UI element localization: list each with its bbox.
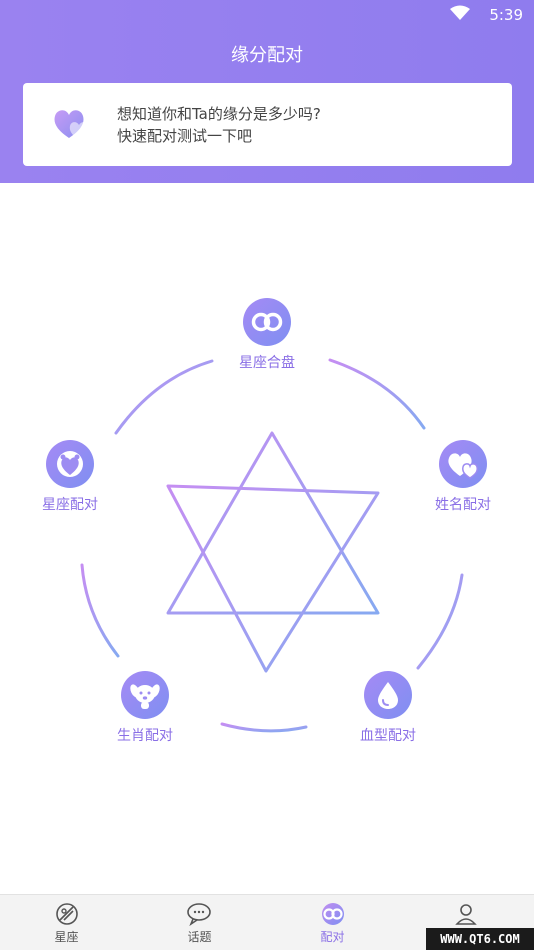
tab-match[interactable]: 配对 xyxy=(266,895,399,950)
node-name-match[interactable]: 姓名配对 xyxy=(403,440,523,514)
star-triangle-up xyxy=(166,431,380,615)
intro-card: 想知道你和Ta的缘分是多少吗? 快速配对测试一下吧 xyxy=(23,83,512,166)
page-title: 缘分配对 xyxy=(231,45,303,66)
hexagram-diagram xyxy=(80,358,464,733)
node-constellation-match[interactable]: 星座配对 xyxy=(10,440,130,514)
bottom-tab-bar: 星座 话题 配对 WWW.QT6.COM xyxy=(0,894,534,950)
ring-arc xyxy=(416,573,464,670)
tab-constellation[interactable]: 星座 xyxy=(0,895,133,950)
node-label: 姓名配对 xyxy=(435,497,491,513)
watermark: WWW.QT6.COM xyxy=(426,928,534,950)
node-blood-match[interactable]: 血型配对 xyxy=(328,671,448,745)
co-rings-icon xyxy=(321,903,344,925)
wifi-icon xyxy=(450,5,470,20)
hearts-icon xyxy=(448,453,478,479)
header: 5:39 缘分配对 想知道你和Ta的缘分是多少吗? 快速配对测试一下吧 xyxy=(0,0,534,183)
match-area: 星座合盘 姓名配对 血型配对 生肖配对 星座配对 xyxy=(0,183,534,894)
dog-icon xyxy=(130,684,160,709)
ring-arc xyxy=(114,359,214,435)
ring-arc xyxy=(80,563,120,658)
star-triangle-down xyxy=(166,484,380,673)
status-bar: 5:39 xyxy=(0,0,534,30)
node-label: 星座合盘 xyxy=(239,355,295,371)
tab-label: 话题 xyxy=(187,930,212,944)
node-zodiac-animal-match[interactable]: 生肖配对 xyxy=(85,671,205,745)
node-label: 血型配对 xyxy=(360,728,416,744)
node-constellation-chart[interactable]: 星座合盘 xyxy=(207,298,327,372)
intro-text: 想知道你和Ta的缘分是多少吗? 快速配对测试一下吧 xyxy=(117,103,321,147)
co-rings-icon xyxy=(251,312,283,332)
tab-label: 星座 xyxy=(54,930,79,944)
tab-topics[interactable]: 话题 xyxy=(133,895,266,950)
node-label: 生肖配对 xyxy=(117,728,173,744)
ring-arc xyxy=(220,722,308,733)
ring-arc xyxy=(328,358,426,430)
drop-icon xyxy=(378,682,398,709)
node-label: 星座配对 xyxy=(42,497,98,513)
heart-face-icon xyxy=(57,451,83,477)
hearts-icon xyxy=(54,110,89,140)
chat-icon xyxy=(186,903,211,926)
intro-line-2: 快速配对测试一下吧 xyxy=(117,127,253,145)
zodiac-icon xyxy=(55,903,78,925)
intro-line-1: 想知道你和Ta的缘分是多少吗? xyxy=(117,105,321,123)
tab-label: 配对 xyxy=(320,930,345,944)
status-time: 5:39 xyxy=(489,6,523,24)
user-icon xyxy=(454,904,477,925)
